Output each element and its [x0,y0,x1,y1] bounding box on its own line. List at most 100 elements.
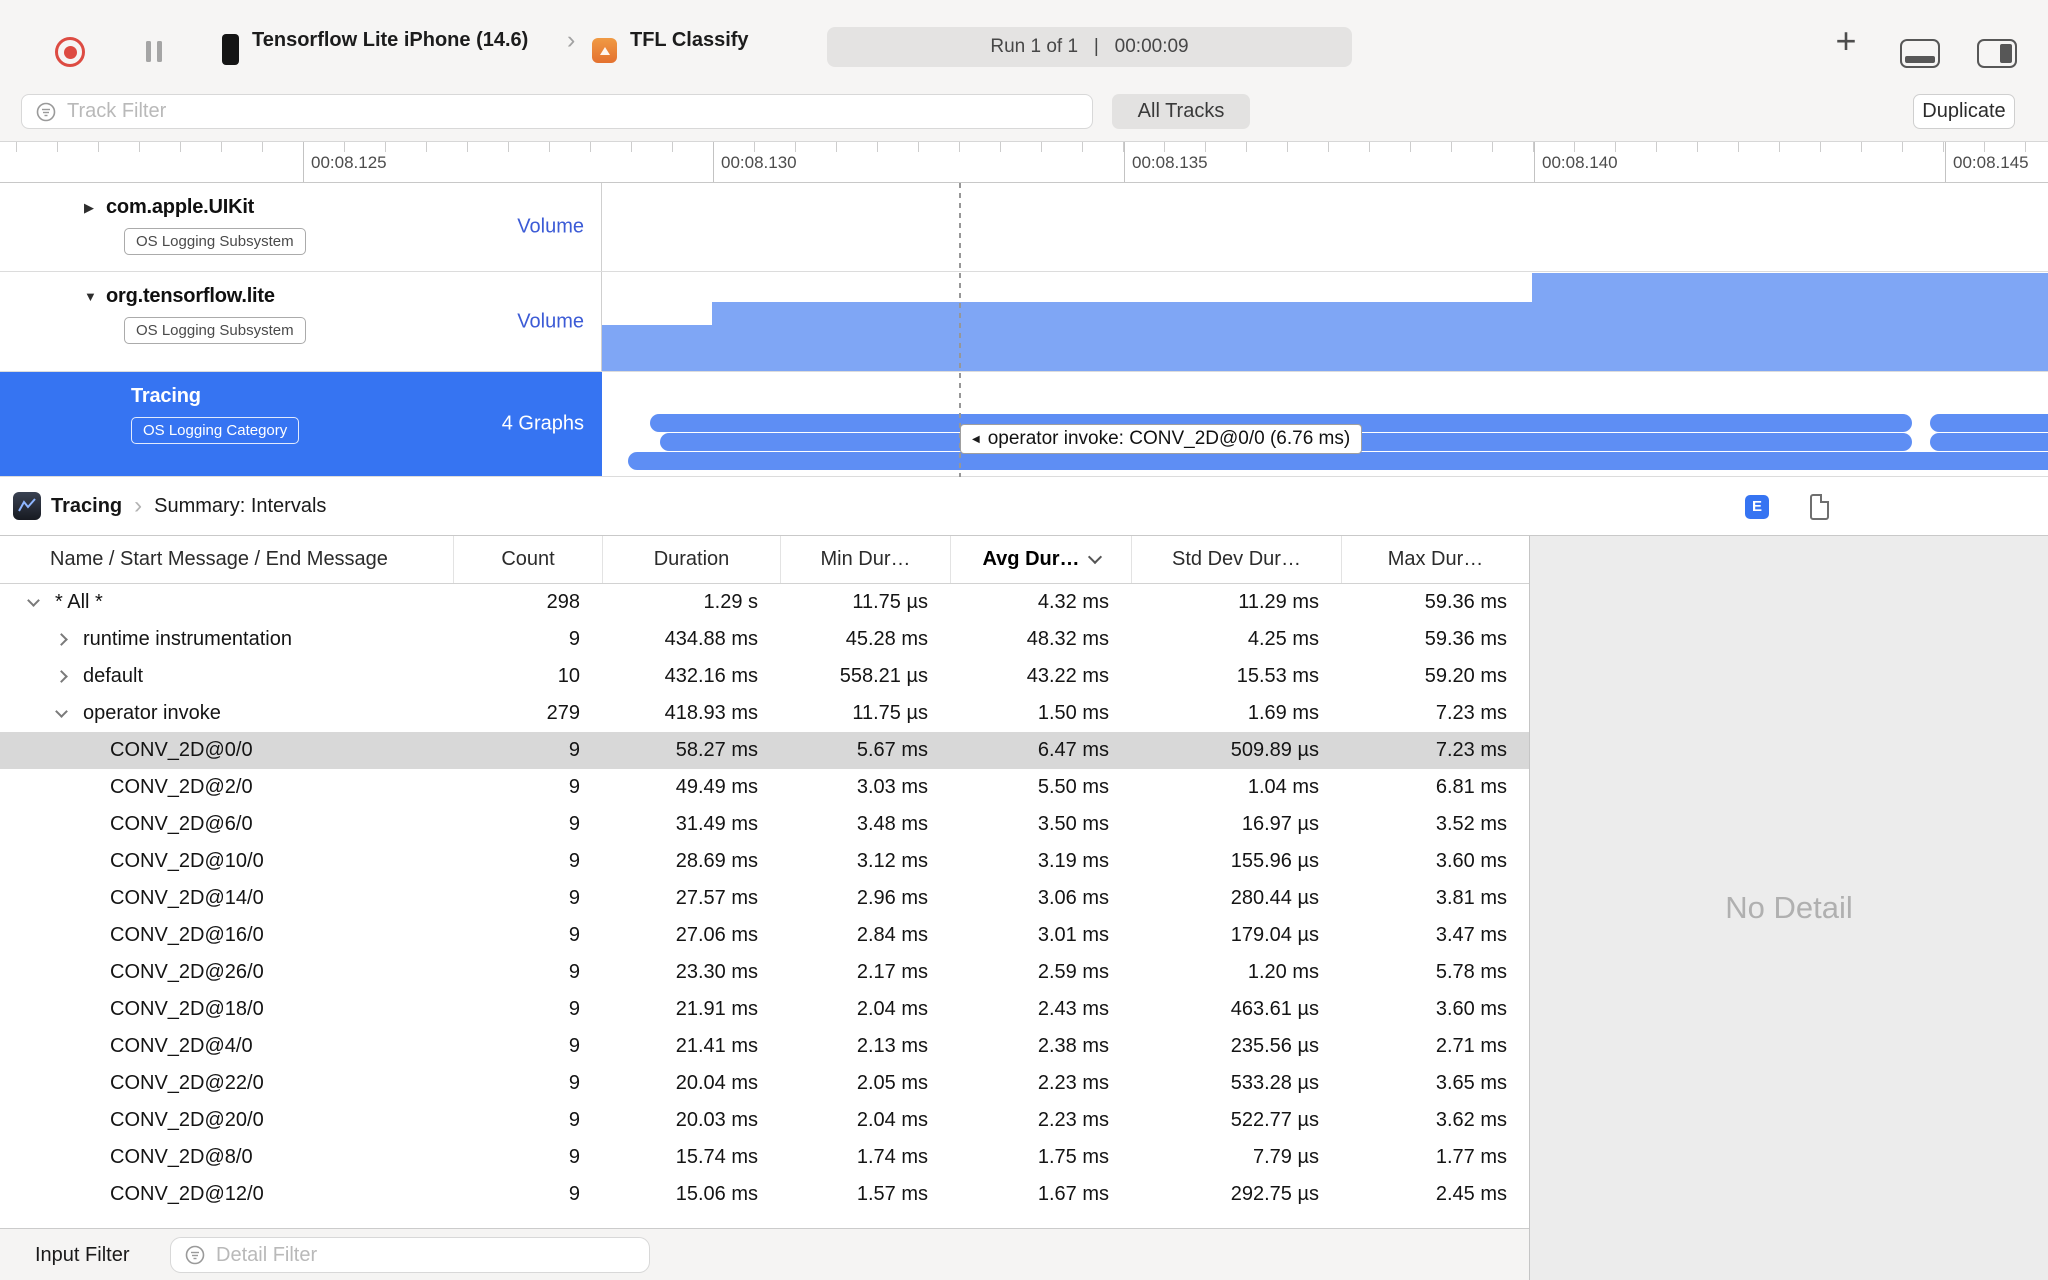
table-row[interactable]: CONV_2D@12/0 9 15.06 ms 1.57 ms 1.67 ms 292.7… [0,1176,1529,1213]
table-row[interactable]: CONV_2D@16/0 9 27.06 ms 2.84 ms 3.01 ms 179.0… [0,917,1529,954]
table-row[interactable]: CONV_2D@6/0 9 31.49 ms 3.48 ms 3.50 ms 16.97 … [0,806,1529,843]
cell-min: 5.67 ms [856,739,928,761]
track-lane-tracing[interactable]: ◀ operator invoke: CONV_2D@0/0 (6.76 ms) [602,372,2048,476]
chevron-right-icon: › [567,26,576,54]
breadcrumb-summary[interactable]: Summary: Intervals [154,495,326,518]
track-header[interactable]: ▼ org.tensorflow.lite OS Logging Subsyste… [0,272,602,371]
table-row[interactable]: CONV_2D@8/0 9 15.74 ms 1.74 ms 1.75 ms 7.79 µ… [0,1139,1529,1176]
cell-std: 7.79 µs [1252,1146,1319,1168]
disclosure-collapsed-icon[interactable]: ▶ [84,200,106,216]
row-name: CONV_2D@12/0 [110,1183,264,1205]
row-name: runtime instrumentation [83,628,292,650]
column-header-avg[interactable]: Avg Dur… [950,536,1131,583]
row-name: CONV_2D@14/0 [110,887,264,909]
table-row[interactable]: CONV_2D@10/0 9 28.69 ms 3.12 ms 3.19 ms 155.9… [0,843,1529,880]
cell-std: 1.20 ms [1247,961,1319,983]
extended-detail-toggle[interactable]: E [1745,494,1769,519]
track-lane-uikit[interactable] [602,183,2048,271]
column-header-duration[interactable]: Duration [602,536,780,583]
column-header-count[interactable]: Count [453,536,602,583]
detail-panel: No Detail [1529,536,2048,1280]
cell-std: 155.96 µs [1230,850,1319,872]
cell-std: 522.77 µs [1230,1109,1319,1131]
track-header[interactable]: ▶ com.apple.UIKit OS Logging Subsystem Vo… [0,183,602,271]
table-row[interactable]: CONV_2D@4/0 9 21.41 ms 2.13 ms 2.38 ms 235.56… [0,1028,1529,1065]
track-filter-input[interactable] [67,100,1079,123]
track-row-tensorflow[interactable]: ▼ org.tensorflow.lite OS Logging Subsyste… [0,272,2048,372]
track-filter[interactable] [21,94,1093,129]
cell-avg: 2.59 ms [1037,961,1109,983]
cell-avg: 3.06 ms [1037,887,1109,909]
add-instrument-button[interactable]: + [1828,0,1864,81]
target-app-name[interactable]: TFL Classify [630,0,749,81]
time-ruler[interactable]: 00:08.125 00:08.130 00:08.135 00:08.140 … [0,141,2048,183]
detail-filter[interactable] [170,1237,650,1273]
breadcrumb-instrument[interactable]: Tracing [51,495,122,518]
disclosure-collapsed-icon[interactable] [55,633,68,646]
disclosure-expanded-icon[interactable] [27,594,40,607]
cell-max: 7.23 ms [1435,702,1507,724]
volume-area-segment [602,325,712,371]
row-name: CONV_2D@0/0 [110,739,253,761]
device-name[interactable]: Tensorflow Lite iPhone (14.6) [252,0,528,81]
interval-bar[interactable] [1930,433,2048,451]
device-phone-icon [222,34,239,65]
disclosure-expanded-icon[interactable]: ▼ [84,289,106,304]
track-lane-tensorflow[interactable] [602,272,2048,371]
table-row[interactable]: CONV_2D@0/0 9 58.27 ms 5.67 ms 6.47 ms 509.89… [0,732,1529,769]
table-row[interactable]: default 10 432.16 ms 558.21 µs 43.22 ms 15.53… [0,658,1529,695]
table-row[interactable]: CONV_2D@22/0 9 20.04 ms 2.05 ms 2.23 ms 533.2… [0,1065,1529,1102]
column-header-name[interactable]: Name / Start Message / End Message [0,536,453,583]
toggle-bottom-panel-button[interactable] [1900,39,1940,68]
cell-duration: 27.57 ms [675,887,758,909]
interval-bar[interactable] [628,452,2048,470]
column-header-min[interactable]: Min Dur… [780,536,950,583]
document-icon[interactable] [1810,493,1829,520]
input-filter-label: Input Filter [35,1243,130,1266]
row-name: CONV_2D@26/0 [110,961,264,983]
cell-min: 2.84 ms [856,924,928,946]
cell-count: 9 [568,776,580,798]
table-row[interactable]: CONV_2D@2/0 9 49.49 ms 3.03 ms 5.50 ms 1.04 m… [0,769,1529,806]
tooltip-text: operator invoke: CONV_2D@0/0 (6.76 ms) [987,428,1351,449]
disclosure-collapsed-icon[interactable] [55,670,68,683]
table-row[interactable]: runtime instrumentation 9 434.88 ms 45.28 m… [0,621,1529,658]
pause-button[interactable] [146,41,162,62]
disclosure-expanded-icon[interactable] [55,705,68,718]
record-button[interactable] [55,37,85,67]
table-row[interactable]: operator invoke 279 418.93 ms 11.75 µs 1.50 … [0,695,1529,732]
table-row[interactable]: CONV_2D@26/0 9 23.30 ms 2.17 ms 2.59 ms 1.20 … [0,954,1529,991]
cell-duration: 21.91 ms [675,998,758,1020]
detail-filter-input[interactable] [216,1243,636,1267]
arrow-left-icon: ◀ [972,433,980,445]
column-header-stddev[interactable]: Std Dev Dur… [1131,536,1341,583]
ruler-label: 00:08.130 [721,153,797,172]
cell-duration: 434.88 ms [664,628,758,650]
cell-min: 2.17 ms [856,961,928,983]
cell-max: 59.36 ms [1424,591,1507,613]
cell-duration: 418.93 ms [664,702,758,724]
table-row[interactable]: CONV_2D@20/0 9 20.03 ms 2.04 ms 2.23 ms 522.7… [0,1102,1529,1139]
cell-count: 9 [568,961,580,983]
table-row[interactable]: CONV_2D@18/0 9 21.91 ms 2.04 ms 2.43 ms 463.6… [0,991,1529,1028]
track-row-tracing[interactable]: Tracing OS Logging Category 4 Graphs ◀ op… [0,372,2048,477]
cell-name: CONV_2D@10/0 [0,843,453,880]
table-row[interactable]: * All * 298 1.29 s 11.75 µs 4.32 ms 11.29 ms 5… [0,584,1529,621]
cell-duration: 58.27 ms [675,739,758,761]
cell-min: 11.75 µs [852,591,928,613]
cell-max: 3.65 ms [1435,1072,1507,1094]
column-header-max[interactable]: Max Dur… [1341,536,1529,583]
cell-name: CONV_2D@6/0 [0,806,453,843]
track-name: Tracing [131,385,201,407]
filter-icon [185,1245,205,1265]
track-row-uikit[interactable]: ▶ com.apple.UIKit OS Logging Subsystem Vo… [0,183,2048,272]
track-badge: OS Logging Subsystem [124,228,306,255]
interval-bar[interactable] [1930,414,2048,432]
duplicate-button[interactable]: Duplicate [1913,94,2015,129]
track-header-selected[interactable]: Tracing OS Logging Category 4 Graphs [0,372,602,476]
all-tracks-button[interactable]: All Tracks [1112,94,1250,129]
cell-name: default [0,658,453,695]
table-row[interactable]: CONV_2D@14/0 9 27.57 ms 2.96 ms 3.06 ms 280.4… [0,880,1529,917]
toggle-right-panel-button[interactable] [1977,39,2017,68]
cell-min: 2.04 ms [856,998,928,1020]
